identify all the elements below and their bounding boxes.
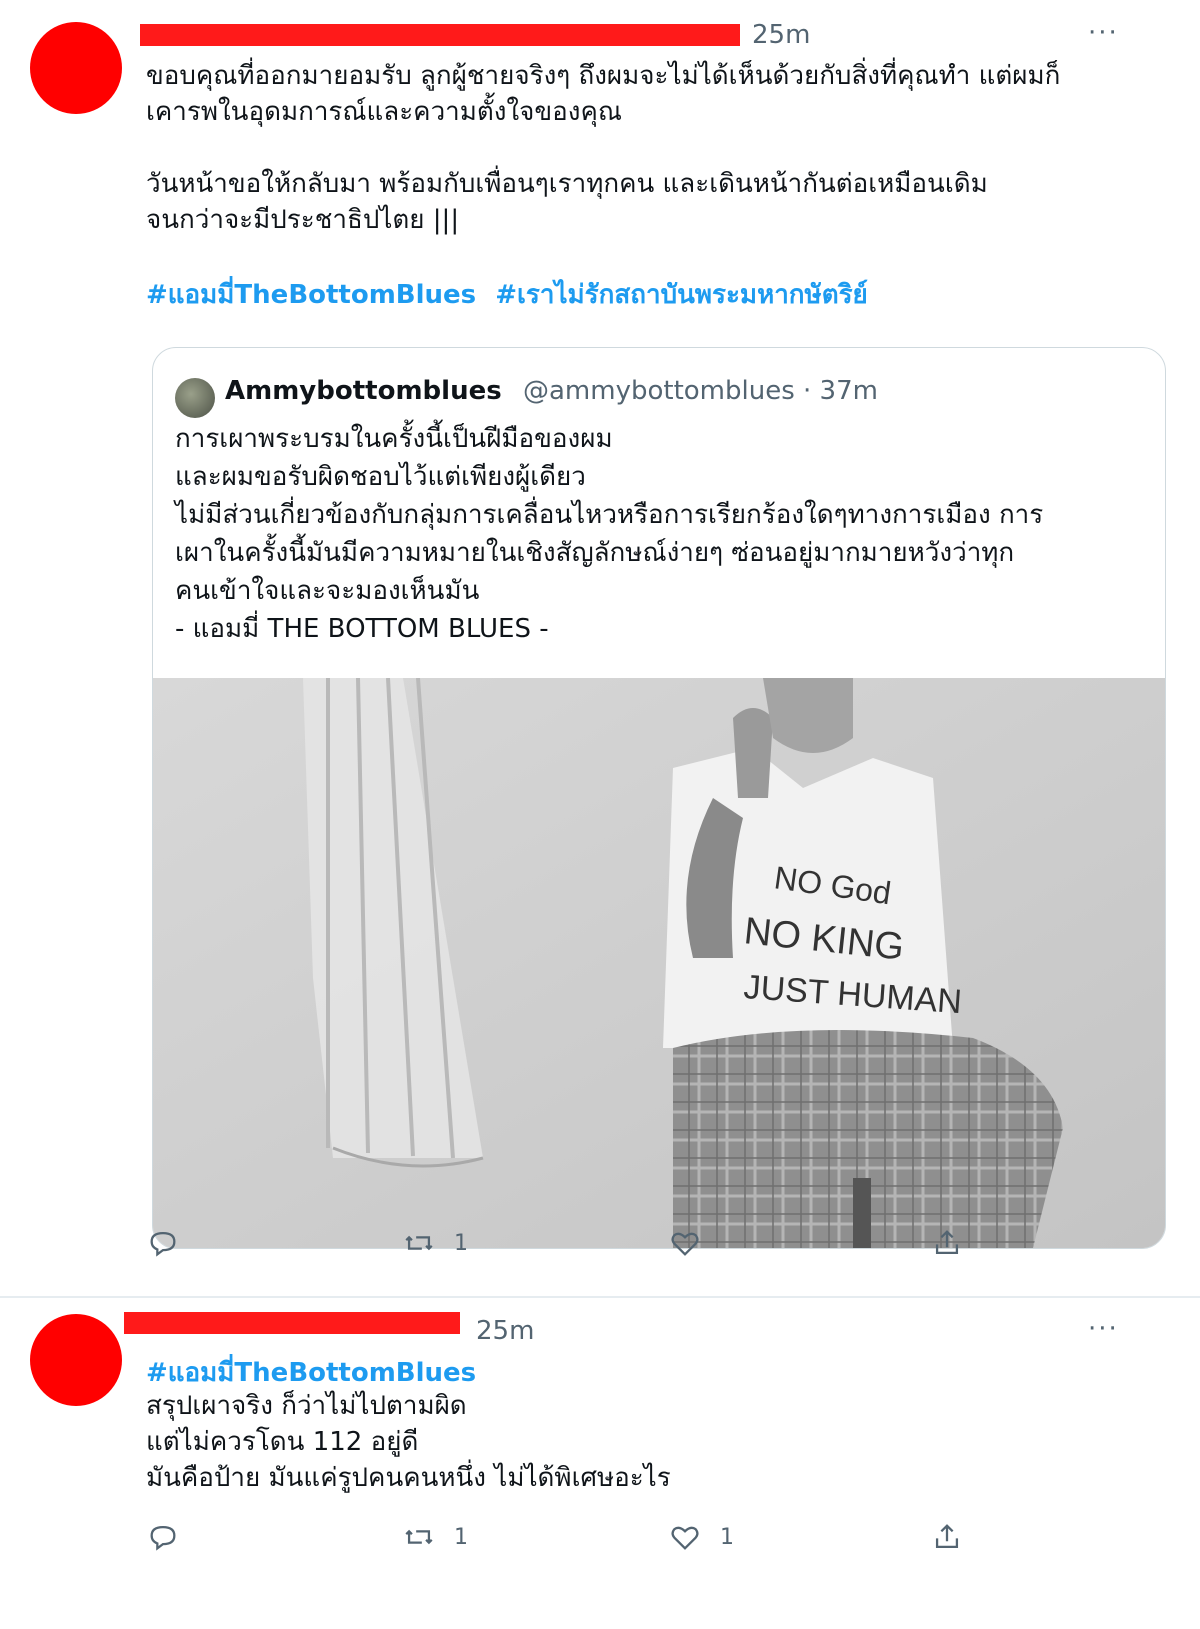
redacted-username (124, 1312, 460, 1334)
tweet-2[interactable]: 25m ··· #แอมมี่TheBottomBlues สรุปเผาจริ… (0, 1298, 1200, 1629)
quoted-handle[interactable]: @ammybottomblues · 37m (523, 376, 878, 406)
like-count: 1 (720, 1524, 734, 1550)
reply-icon (150, 1525, 176, 1551)
hashtags: #แอมมี่TheBottomBlues (146, 1352, 486, 1393)
share-icon (935, 1524, 959, 1549)
like-icon (671, 1526, 699, 1550)
hashtag-link[interactable]: #เราไม่รักสถาบันพระมหากษัตริย์ (495, 280, 868, 310)
avatar[interactable] (30, 22, 122, 114)
retweet-count: 1 (454, 1230, 468, 1256)
photo-illustration: NO God NO KING JUST HUMAN (153, 677, 1165, 1248)
tweet-text: สรุปเผาจริง ก็ว่าไม่ไปตามผิด แต่ไม่ควรโด… (146, 1391, 671, 1493)
hashtags: #แอมมี่TheBottomBlues #เราไม่รักสถาบันพร… (146, 274, 878, 315)
like-icon (671, 1232, 699, 1256)
share-button[interactable] (930, 1226, 982, 1260)
reply-icon (150, 1231, 176, 1257)
quoted-photo[interactable]: NO God NO KING JUST HUMAN (153, 677, 1165, 1248)
quoted-avatar[interactable] (175, 378, 215, 418)
avatar[interactable] (30, 1314, 122, 1406)
redacted-username (140, 24, 740, 46)
hashtag-link[interactable]: #แอมมี่TheBottomBlues (146, 1358, 476, 1388)
tweet-time[interactable]: 25m (476, 1316, 534, 1346)
retweet-icon (405, 1529, 433, 1545)
reply-button[interactable] (146, 1226, 198, 1260)
quoted-text: การเผาพระบรมในครั้งนี้เป็นฝีมือของผม และ… (175, 424, 1044, 644)
quoted-display-name[interactable]: Ammybottomblues (225, 376, 502, 406)
retweet-button[interactable]: 1 (402, 1226, 468, 1260)
like-button[interactable]: 1 (668, 1520, 734, 1554)
quoted-tweet[interactable]: Ammybottomblues @ammybottomblues · 37m ก… (152, 347, 1166, 1249)
retweet-button[interactable]: 1 (402, 1520, 468, 1554)
retweet-count: 1 (454, 1524, 468, 1550)
more-icon[interactable]: ··· (1088, 1314, 1119, 1344)
hashtag-link[interactable]: #แอมมี่TheBottomBlues (146, 280, 476, 310)
tweet-time[interactable]: 25m (752, 20, 810, 50)
share-button[interactable] (930, 1520, 982, 1554)
tweet-text: ขอบคุณที่ออกมายอมรับ ลูกผู้ชายจริงๆ ถึงผ… (146, 61, 1061, 235)
retweet-icon (405, 1235, 433, 1251)
share-icon (935, 1230, 959, 1255)
more-icon[interactable]: ··· (1088, 18, 1119, 48)
like-button[interactable] (668, 1226, 720, 1260)
reply-button[interactable] (146, 1520, 198, 1554)
tweet-1[interactable]: 25m ··· ขอบคุณที่ออกมายอมรับ ลูกผู้ชายจร… (0, 0, 1200, 1290)
